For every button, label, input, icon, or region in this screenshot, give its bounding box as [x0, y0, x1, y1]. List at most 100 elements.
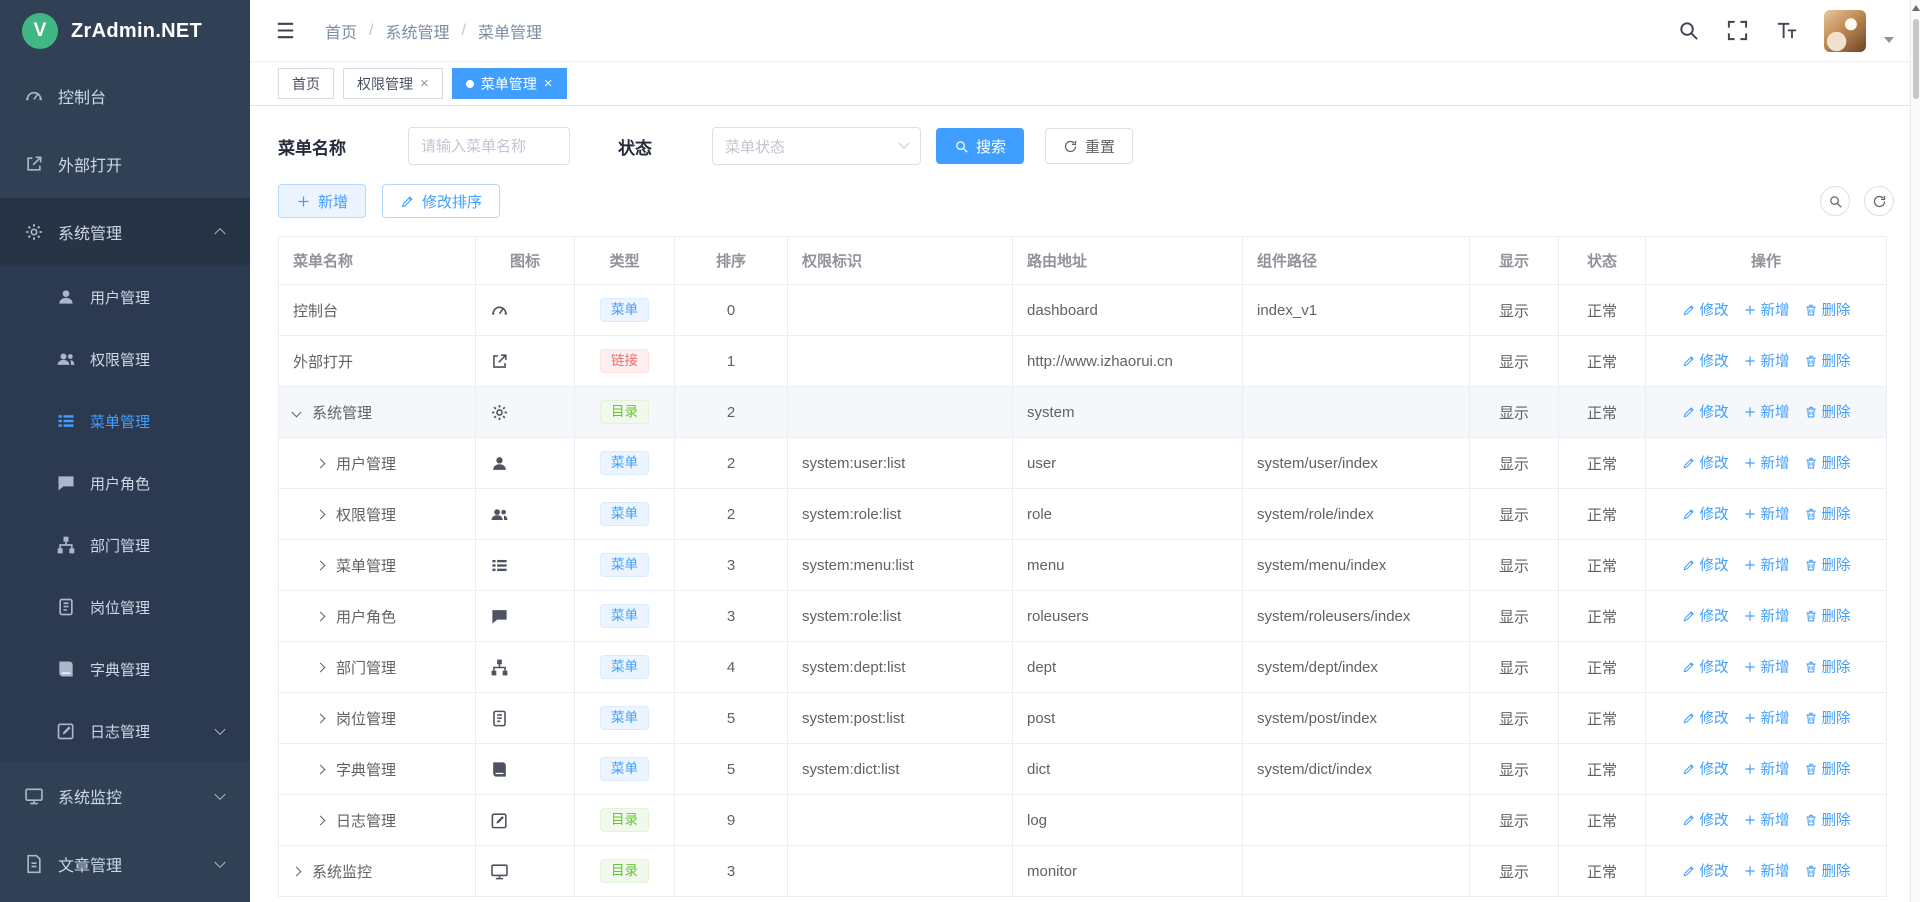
sidebar-item[interactable]: 岗位管理	[0, 576, 250, 638]
chevron-right-icon[interactable]	[316, 611, 326, 621]
scrollbar-thumb[interactable]	[1913, 19, 1919, 99]
sidebar-item[interactable]: 控制台	[0, 62, 250, 130]
delete-link[interactable]: 删除	[1804, 299, 1851, 320]
table-row: 部门管理 菜单 4 system:dept:list dept system/d…	[279, 642, 1887, 693]
delete-link[interactable]: 删除	[1804, 452, 1851, 473]
close-icon[interactable]: ×	[544, 76, 553, 91]
delete-link[interactable]: 删除	[1804, 809, 1851, 830]
chevron-down-icon[interactable]	[1884, 37, 1894, 43]
edit-link[interactable]: 修改	[1682, 554, 1729, 575]
search-button[interactable]: 搜索	[936, 128, 1024, 164]
sidebar-item[interactable]: 菜单管理	[0, 390, 250, 452]
chevron-right-icon[interactable]	[316, 713, 326, 723]
chevron-right-icon[interactable]	[316, 764, 326, 774]
type-tag: 菜单	[600, 757, 649, 781]
sidebar-item[interactable]: 字典管理	[0, 638, 250, 700]
fullscreen-icon[interactable]	[1726, 19, 1749, 42]
chevron-right-icon[interactable]	[316, 815, 326, 825]
add-link[interactable]: 新增	[1743, 809, 1790, 830]
edit-link[interactable]: 修改	[1682, 758, 1729, 779]
add-button[interactable]: 新增	[278, 184, 366, 218]
status-select[interactable]: 菜单状态	[712, 127, 921, 165]
column-header: 图标	[476, 237, 575, 285]
add-link[interactable]: 新增	[1743, 299, 1790, 320]
chevron-right-icon[interactable]	[316, 458, 326, 468]
edit-link[interactable]: 修改	[1682, 350, 1729, 371]
edit-link[interactable]: 修改	[1682, 860, 1729, 881]
delete-link[interactable]: 删除	[1804, 758, 1851, 779]
reset-button[interactable]: 重置	[1045, 128, 1133, 164]
sidebar-item[interactable]: 外部打开	[0, 130, 250, 198]
chevron-right-icon[interactable]	[316, 560, 326, 570]
edit-link[interactable]: 修改	[1682, 605, 1729, 626]
breadcrumb-item[interactable]: 系统管理	[385, 19, 449, 43]
add-link[interactable]: 新增	[1743, 554, 1790, 575]
sidebar-item[interactable]: 用户角色	[0, 452, 250, 514]
chevron-right-icon[interactable]	[316, 509, 326, 519]
doc-icon	[24, 854, 44, 874]
sidebar-toggle-icon[interactable]	[274, 19, 297, 42]
menu-name-input[interactable]	[408, 127, 570, 165]
add-link[interactable]: 新增	[1743, 452, 1790, 473]
perm-value: system:post:list	[788, 693, 1013, 744]
font-size-icon[interactable]	[1775, 19, 1798, 42]
add-link[interactable]: 新增	[1743, 350, 1790, 371]
add-link[interactable]: 新增	[1743, 707, 1790, 728]
delete-link[interactable]: 删除	[1804, 503, 1851, 524]
sidebar-item[interactable]: 日志管理	[0, 700, 250, 762]
edit-link[interactable]: 修改	[1682, 503, 1729, 524]
edit-link[interactable]: 修改	[1682, 809, 1729, 830]
app-title: ZrAdmin.NET	[71, 20, 202, 43]
add-link[interactable]: 新增	[1743, 656, 1790, 677]
table-refresh-button[interactable]	[1864, 186, 1894, 216]
sidebar-item[interactable]: 权限管理	[0, 328, 250, 390]
delete-link[interactable]: 删除	[1804, 707, 1851, 728]
breadcrumb-separator: /	[369, 22, 373, 40]
plus-icon	[1743, 864, 1757, 878]
add-link[interactable]: 新增	[1743, 401, 1790, 422]
app-logo[interactable]: V ZrAdmin.NET	[0, 0, 250, 62]
search-icon[interactable]	[1677, 19, 1700, 42]
tab-2[interactable]: 菜单管理×	[452, 68, 567, 99]
sidebar-item[interactable]: 用户管理	[0, 266, 250, 328]
edit-link[interactable]: 修改	[1682, 707, 1729, 728]
scrollbar[interactable]	[1910, 0, 1920, 902]
sidebar-item[interactable]: 系统管理	[0, 198, 250, 266]
delete-link[interactable]: 删除	[1804, 401, 1851, 422]
delete-link[interactable]: 删除	[1804, 554, 1851, 575]
tab-1[interactable]: 权限管理×	[343, 68, 443, 99]
chevron-right-icon[interactable]	[292, 866, 302, 876]
delete-link[interactable]: 删除	[1804, 605, 1851, 626]
add-link[interactable]: 新增	[1743, 758, 1790, 779]
type-tag: 菜单	[600, 655, 649, 679]
edit-link[interactable]: 修改	[1682, 299, 1729, 320]
perm-value	[788, 336, 1013, 387]
delete-link[interactable]: 删除	[1804, 860, 1851, 881]
sidebar-item[interactable]: 文章管理	[0, 830, 250, 898]
edit-link[interactable]: 修改	[1682, 401, 1729, 422]
breadcrumb-item[interactable]: 菜单管理	[478, 19, 542, 43]
sidebar-item[interactable]: 系统监控	[0, 762, 250, 830]
status-value: 正常	[1559, 591, 1646, 642]
close-icon[interactable]: ×	[420, 76, 429, 91]
table-search-button[interactable]	[1820, 186, 1850, 216]
delete-link[interactable]: 删除	[1804, 656, 1851, 677]
sidebar-item-label: 字典管理	[90, 659, 150, 680]
edit-link[interactable]: 修改	[1682, 452, 1729, 473]
user-avatar[interactable]	[1824, 10, 1866, 52]
add-link[interactable]: 新增	[1743, 503, 1790, 524]
add-link[interactable]: 新增	[1743, 605, 1790, 626]
chevron-right-icon[interactable]	[316, 662, 326, 672]
tab-0[interactable]: 首页	[278, 68, 334, 99]
breadcrumb-item[interactable]: 首页	[325, 19, 357, 43]
chat-icon	[56, 473, 76, 493]
pencil-icon	[1682, 507, 1696, 521]
edit-link[interactable]: 修改	[1682, 656, 1729, 677]
add-link[interactable]: 新增	[1743, 860, 1790, 881]
scroll-up-arrow-icon[interactable]	[1912, 5, 1920, 11]
sidebar-item[interactable]: 部门管理	[0, 514, 250, 576]
table-row: 系统管理 目录 2 system 显示 正常 修改新增删除	[279, 387, 1887, 438]
delete-link[interactable]: 删除	[1804, 350, 1851, 371]
chevron-down-icon[interactable]	[292, 407, 302, 417]
sort-button[interactable]: 修改排序	[382, 184, 500, 218]
